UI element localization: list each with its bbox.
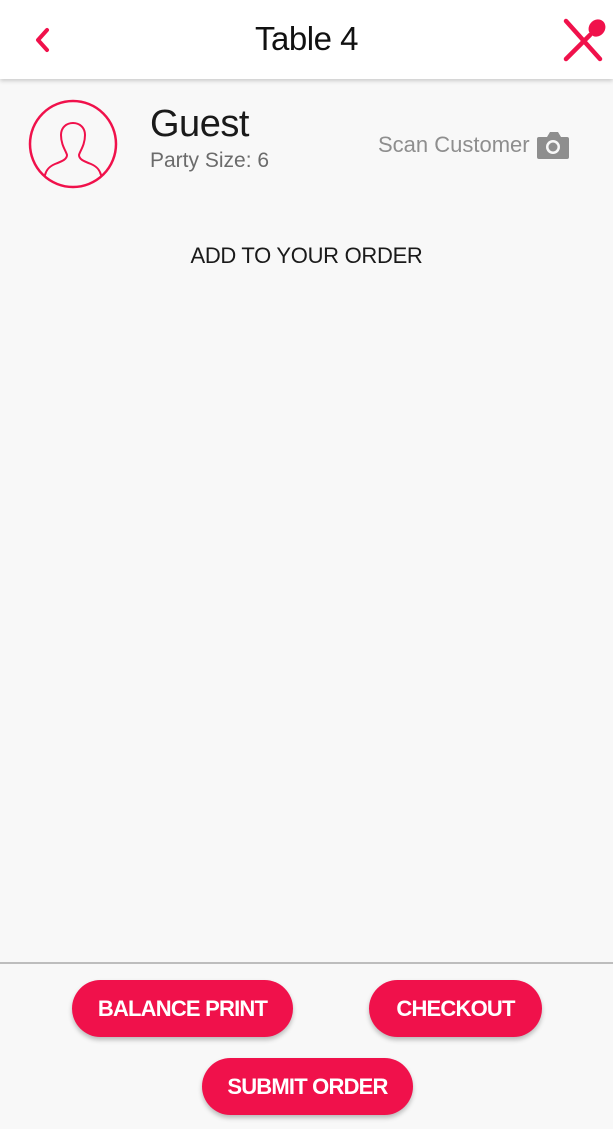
customer-panel: Guest Party Size: 6 Scan Customer <box>0 79 613 209</box>
add-to-order-heading[interactable]: ADD TO YOUR ORDER <box>0 243 613 269</box>
order-actions-bar: BALANCE PRINT CHECKOUT SUBMIT ORDER <box>0 962 613 1129</box>
checkout-button[interactable]: CHECKOUT <box>369 980 542 1037</box>
page-title: Table 4 <box>255 20 358 57</box>
scan-customer-label: Scan Customer <box>378 132 530 157</box>
utensils-menu-button[interactable] <box>558 16 610 64</box>
utensils-crossed-icon <box>563 18 606 62</box>
user-silhouette-icon[interactable] <box>28 99 118 189</box>
top-bar: Table 4 <box>0 0 613 79</box>
submit-order-button[interactable]: SUBMIT ORDER <box>202 1058 413 1115</box>
scan-customer-button[interactable]: Scan Customer <box>378 127 570 163</box>
balance-print-button[interactable]: BALANCE PRINT <box>72 980 293 1037</box>
camera-icon <box>536 132 569 159</box>
customer-name: Guest <box>150 103 249 145</box>
party-size: Party Size: 6 <box>150 149 270 172</box>
